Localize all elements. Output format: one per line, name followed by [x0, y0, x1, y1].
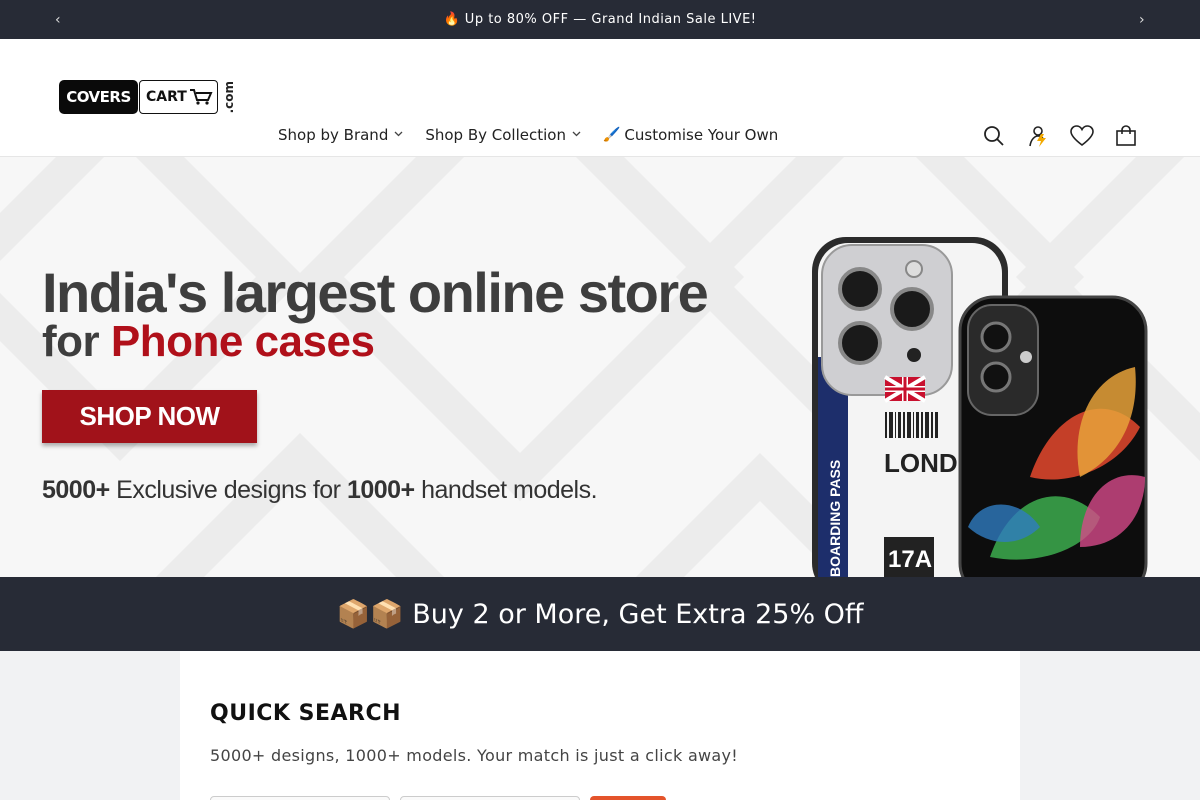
phone-text-boarding: BOARDING PASS [827, 460, 843, 577]
model-select[interactable] [400, 796, 580, 800]
announcement-next-button[interactable]: › [1122, 0, 1162, 39]
announcement-text: 🔥 Up to 80% OFF — Grand Indian Sale LIVE… [443, 12, 757, 27]
wishlist-icon[interactable] [1060, 121, 1104, 151]
hero-subheadline-highlight: Phone cases [110, 317, 375, 366]
nav-label: Shop By Collection [425, 126, 566, 144]
quick-search-subtitle: 5000+ designs, 1000+ models. Your match … [210, 746, 739, 765]
logo-cart-text: CART [146, 89, 187, 105]
hero-subheadline-prefix: for [42, 317, 111, 366]
logo-cart: CART [139, 80, 218, 114]
header-icons [972, 121, 1148, 151]
quick-search-controls [210, 796, 666, 800]
search-icon[interactable] [972, 121, 1016, 151]
chevron-down-icon [572, 130, 581, 140]
tagline-models-count: 1000+ [346, 476, 415, 504]
quick-search-title: QUICK SEARCH [210, 701, 402, 726]
announcement-prev-button[interactable]: ‹ [38, 0, 78, 39]
nav-label: Customise Your Own [624, 126, 779, 144]
nav-shop-by-brand[interactable]: Shop by Brand [278, 126, 403, 144]
shop-now-button[interactable]: SHOP NOW [42, 390, 257, 443]
cart-logo-icon [189, 89, 213, 105]
nav-label: Shop by Brand [278, 126, 389, 144]
tagline-end: handset models. [414, 476, 598, 504]
logo-covers: COVERS [59, 80, 138, 114]
hero-banner[interactable]: India's largest online store for Phone c… [0, 157, 1200, 577]
nav-customise-your-own[interactable]: 🖌️ Customise Your Own [603, 126, 778, 144]
tagline-designs-count: 5000+ [42, 476, 110, 504]
nav-shop-by-collection[interactable]: Shop By Collection [425, 126, 581, 144]
quick-search-button[interactable] [590, 796, 666, 800]
promo-text: 📦📦 Buy 2 or More, Get Extra 25% Off [336, 599, 864, 630]
quick-search-panel: QUICK SEARCH 5000+ designs, 1000+ models… [180, 651, 1020, 800]
hero-headline: India's largest online store [42, 261, 709, 324]
announcement-bar: ‹ 🔥 Up to 80% OFF — Grand Indian Sale LI… [0, 0, 1200, 39]
chevron-down-icon [394, 130, 403, 140]
account-icon[interactable] [1016, 121, 1060, 151]
hero-tagline: 5000+ Exclusive designs for 1000+ handse… [42, 476, 598, 505]
phone-cases-image: LONDON 17A BOARDING PASS [812, 237, 1148, 577]
main-nav: Shop by Brand Shop By Collection 🖌️ Cust… [278, 126, 800, 144]
hero-subheadline: for Phone cases [42, 317, 375, 367]
phone-text-seat: 17A [888, 546, 932, 573]
cart-icon[interactable] [1104, 121, 1148, 151]
site-logo[interactable]: COVERS CART .com [59, 80, 236, 114]
paintbrush-icon: 🖌️ [602, 127, 621, 143]
tagline-mid: Exclusive designs for [109, 476, 347, 504]
logo-dotcom: .com [222, 80, 236, 114]
promo-banner: 📦📦 Buy 2 or More, Get Extra 25% Off [0, 577, 1200, 651]
site-header: COVERS CART .com Shop by Brand Shop By C… [0, 39, 1200, 157]
brand-select[interactable] [210, 796, 390, 800]
